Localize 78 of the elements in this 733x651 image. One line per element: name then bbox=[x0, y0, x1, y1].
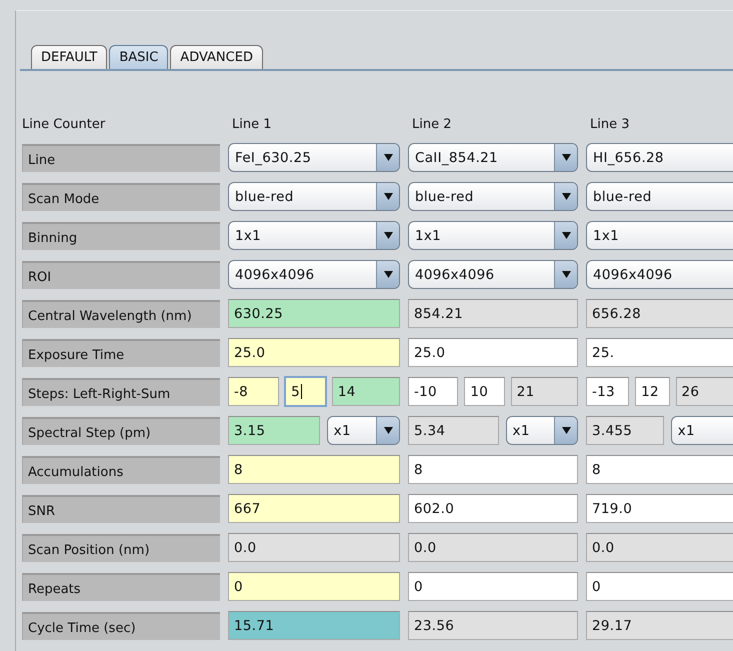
row-label: Cycle Time (sec) bbox=[22, 612, 220, 640]
row-label: Scan Mode bbox=[22, 183, 220, 211]
dropdown[interactable]: 4096x4096 bbox=[586, 260, 733, 289]
input-field[interactable]: 26 bbox=[676, 377, 733, 406]
input-field[interactable]: 15.71 bbox=[228, 611, 400, 640]
caret-icon bbox=[384, 427, 392, 434]
input-field[interactable]: 25.0 bbox=[228, 338, 400, 367]
row-label: Accumulations bbox=[22, 456, 220, 484]
input-field[interactable]: 719.0 bbox=[586, 494, 733, 523]
input-field[interactable]: 21 bbox=[510, 377, 578, 406]
caret-icon bbox=[384, 232, 392, 239]
input-field[interactable]: 854.21 bbox=[408, 299, 578, 328]
input-field[interactable]: 8 bbox=[228, 455, 400, 484]
input-field[interactable]: 0 bbox=[228, 572, 400, 601]
input-field[interactable]: 12 bbox=[635, 377, 670, 406]
tab[interactable]: ADVANCED bbox=[170, 45, 263, 69]
input-field[interactable]: 14 bbox=[332, 377, 400, 406]
dropdown[interactable]: blue-red bbox=[228, 182, 400, 211]
row-label: Scan Position (nm) bbox=[22, 534, 220, 562]
input-field[interactable]: 8 bbox=[408, 455, 578, 484]
input-field[interactable]: 0.0 bbox=[228, 533, 400, 562]
row-label: SNR bbox=[22, 495, 220, 523]
input-field[interactable]: 8 bbox=[586, 455, 733, 484]
input-field[interactable]: 602.0 bbox=[408, 494, 578, 523]
input-field[interactable]: 25.0 bbox=[408, 338, 578, 367]
row-label: Repeats bbox=[22, 573, 220, 601]
input-field[interactable]: 3.455 bbox=[586, 416, 664, 445]
input-field[interactable]: 5.34 bbox=[408, 416, 499, 445]
input-field[interactable]: 667 bbox=[228, 494, 400, 523]
dropdown[interactable]: x1 bbox=[506, 416, 578, 445]
caret-icon bbox=[384, 193, 392, 200]
input-field[interactable]: -10 bbox=[408, 377, 458, 406]
dropdown[interactable]: 1x1 bbox=[228, 221, 400, 250]
dropdown[interactable]: 4096x4096 bbox=[408, 260, 578, 289]
input-field[interactable]: -13 bbox=[586, 377, 630, 406]
tab[interactable]: DEFAULT bbox=[31, 45, 108, 69]
dropdown[interactable]: HI_656.28 bbox=[586, 143, 733, 172]
input-field[interactable]: 0.0 bbox=[408, 533, 578, 562]
dropdown[interactable]: FeI_630.25 bbox=[228, 143, 400, 172]
row-label: Exposure Time bbox=[22, 339, 220, 367]
dropdown[interactable]: blue-red bbox=[408, 182, 578, 211]
dropdown[interactable]: CaII_854.21 bbox=[408, 143, 578, 172]
row-label: Central Wavelength (nm) bbox=[22, 300, 220, 328]
dropdown[interactable]: x1 bbox=[670, 416, 733, 445]
column-header: Line 3 bbox=[589, 117, 630, 133]
input-field[interactable]: 5 bbox=[285, 377, 326, 406]
dropdown[interactable]: 1x1 bbox=[586, 221, 733, 250]
input-field[interactable]: 10 bbox=[464, 377, 505, 406]
caret-icon bbox=[562, 232, 570, 239]
input-field[interactable]: 0.0 bbox=[586, 533, 733, 562]
input-field[interactable]: -8 bbox=[228, 377, 280, 406]
column-header: Line 2 bbox=[411, 117, 452, 133]
input-field[interactable]: 630.25 bbox=[228, 299, 400, 328]
row-label: Binning bbox=[22, 222, 220, 250]
caret-icon bbox=[562, 271, 570, 278]
input-field[interactable]: 23.56 bbox=[408, 611, 578, 640]
caret-icon bbox=[384, 271, 392, 278]
row-label: Spectral Step (pm) bbox=[22, 417, 220, 445]
dropdown[interactable]: x1 bbox=[326, 416, 400, 445]
row-label: Steps: Left-Right-Sum bbox=[22, 378, 220, 406]
caret-icon bbox=[562, 154, 570, 161]
row-label: ROI bbox=[22, 261, 220, 289]
input-field[interactable]: 656.28 bbox=[586, 299, 733, 328]
input-field[interactable]: 0 bbox=[408, 572, 578, 601]
tab[interactable]: BASIC bbox=[109, 45, 168, 69]
input-field[interactable]: 25. bbox=[586, 338, 733, 367]
row-label: Line bbox=[22, 144, 220, 172]
caret-icon bbox=[562, 427, 570, 434]
dropdown[interactable]: blue-red bbox=[586, 182, 733, 211]
input-field[interactable]: 0 bbox=[586, 572, 733, 601]
caret-icon bbox=[384, 154, 392, 161]
column-header: Line Counter bbox=[22, 117, 106, 133]
column-header: Line 1 bbox=[231, 117, 272, 133]
dropdown[interactable]: 4096x4096 bbox=[228, 260, 400, 289]
dropdown[interactable]: 1x1 bbox=[408, 221, 578, 250]
input-field[interactable]: 29.17 bbox=[586, 611, 733, 640]
caret-icon bbox=[562, 193, 570, 200]
input-field[interactable]: 3.15 bbox=[228, 416, 320, 445]
